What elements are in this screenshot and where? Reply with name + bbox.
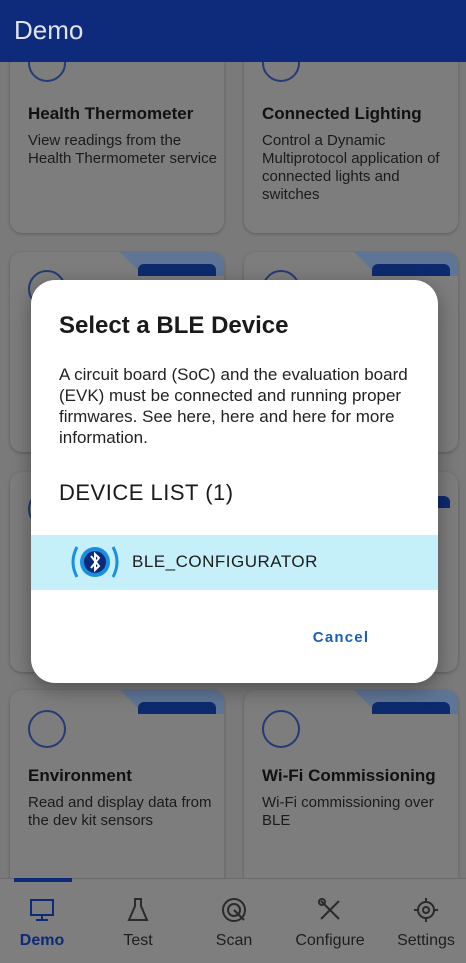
card-description: Read and display data from the dev kit s… <box>28 794 212 829</box>
card-description: View readings from the Health Thermomete… <box>28 132 217 167</box>
card-health-thermometer[interactable]: Health Thermometer View readings from th… <box>10 62 224 233</box>
thermometer-icon <box>28 62 66 82</box>
monitor-icon <box>30 899 54 921</box>
nav-item-settings[interactable]: Settings <box>380 896 466 950</box>
flask-icon <box>127 898 149 921</box>
card-title: Wi-Fi Commissioning <box>262 766 436 785</box>
nav-item-scan[interactable]: Scan <box>188 896 280 950</box>
card-description: Wi-Fi commissioning over BLE <box>262 794 434 829</box>
dialog-message: A circuit board (SoC) and the evaluation… <box>59 365 408 447</box>
card-title: Environment <box>28 766 132 785</box>
nav-label: Demo <box>19 932 65 949</box>
card-wifi-commissioning[interactable]: Wi-Fi Commissioning Wi-Fi commissioning … <box>244 690 458 878</box>
scan-icon <box>222 898 246 922</box>
nav-item-test[interactable]: Test <box>92 896 184 950</box>
app-bar: Demo <box>0 0 466 62</box>
card-title: Health Thermometer <box>28 104 194 123</box>
card-description: Control a Dynamic Multiprotocol applicat… <box>262 132 440 203</box>
device-list-header: DEVICE LIST (1) <box>59 480 234 505</box>
water-drop-icon <box>28 710 66 748</box>
gear-icon <box>414 898 438 922</box>
dialog-title: Select a BLE Device <box>59 312 289 339</box>
nav-label: Configure <box>295 932 365 949</box>
tools-icon <box>318 898 340 920</box>
device-name: BLE_CONFIGURATOR <box>132 552 318 571</box>
card-environment[interactable]: Environment Read and display data from t… <box>10 690 224 878</box>
card-title: Connected Lighting <box>262 104 422 123</box>
card-ribbon-band <box>372 264 450 276</box>
app-title: Demo <box>14 15 84 45</box>
nav-active-indicator <box>14 878 72 882</box>
card-ribbon-band <box>372 702 450 714</box>
wifi-router-icon <box>262 710 300 748</box>
nav-label: Scan <box>215 932 253 949</box>
nav-item-configure[interactable]: Configure <box>284 896 376 950</box>
card-connected-lighting[interactable]: Connected Lighting Control a Dynamic Mul… <box>244 62 458 233</box>
select-ble-device-dialog: Select a BLE Device A circuit board (SoC… <box>31 280 438 683</box>
nav-item-demo[interactable]: Demo <box>0 896 88 950</box>
device-list-item[interactable]: BLE_CONFIGURATOR <box>31 535 438 590</box>
bluetooth-signal-icon <box>71 546 119 578</box>
nav-label: Test <box>123 932 153 949</box>
cancel-button[interactable]: Cancel <box>303 624 379 652</box>
light-bulb-icon <box>262 62 300 82</box>
nav-label: Settings <box>397 932 455 949</box>
card-ribbon-band <box>138 702 216 714</box>
card-ribbon-band <box>138 264 216 276</box>
